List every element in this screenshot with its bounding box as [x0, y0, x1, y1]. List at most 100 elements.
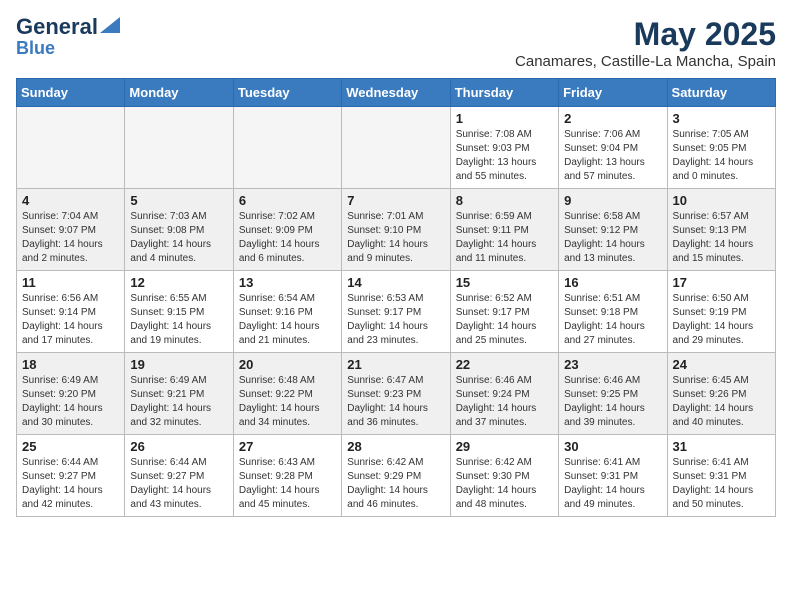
day-info: Sunrise: 6:41 AM Sunset: 9:31 PM Dayligh…	[564, 456, 661, 512]
day-info: Sunrise: 6:43 AM Sunset: 9:28 PM Dayligh…	[239, 456, 336, 512]
month-title: May 2025	[515, 16, 776, 53]
calendar-cell	[233, 107, 341, 189]
calendar-cell	[342, 107, 450, 189]
weekday-header: Wednesday	[342, 79, 450, 107]
day-info: Sunrise: 6:46 AM Sunset: 9:25 PM Dayligh…	[564, 374, 661, 430]
calendar-cell: 16Sunrise: 6:51 AM Sunset: 9:18 PM Dayli…	[559, 271, 667, 353]
day-number: 27	[239, 439, 336, 454]
day-info: Sunrise: 6:49 AM Sunset: 9:21 PM Dayligh…	[130, 374, 227, 430]
calendar-week-row: 11 Sunrise: 6:56 AM Sunset: 9:14 PM Dayli…	[17, 271, 776, 353]
calendar-cell: 27 Sunrise: 6:43 AM Sunset: 9:28 PM Dayli…	[233, 435, 341, 517]
calendar-cell	[17, 107, 125, 189]
day-info: Sunrise: 7:02 AM Sunset: 9:09 PM Dayligh…	[239, 210, 336, 266]
day-number: 11	[22, 275, 119, 290]
calendar-week-row: 1Sunrise: 7:08 AM Sunset: 9:03 PM Daylig…	[17, 107, 776, 189]
day-number: 30	[564, 439, 661, 454]
calendar-cell: 29 Sunrise: 6:42 AM Sunset: 9:30 PM Dayli…	[450, 435, 558, 517]
day-info: Sunrise: 6:55 AM Sunset: 9:15 PM Dayligh…	[130, 292, 227, 348]
calendar-cell: 1Sunrise: 7:08 AM Sunset: 9:03 PM Daylig…	[450, 107, 558, 189]
day-info: Sunrise: 6:44 AM Sunset: 9:27 PM Dayligh…	[22, 456, 119, 512]
day-info: Sunrise: 6:47 AM Sunset: 9:23 PM Dayligh…	[347, 374, 444, 430]
day-number: 19	[130, 357, 227, 372]
day-info: Sunrise: 6:42 AM Sunset: 9:30 PM Dayligh…	[456, 456, 553, 512]
calendar-cell: 14Sunrise: 6:53 AM Sunset: 9:17 PM Dayli…	[342, 271, 450, 353]
weekday-header: Tuesday	[233, 79, 341, 107]
day-number: 10	[673, 193, 770, 208]
calendar-cell: 8 Sunrise: 6:59 AM Sunset: 9:11 PM Daylig…	[450, 189, 558, 271]
weekday-header: Monday	[125, 79, 233, 107]
day-number: 25	[22, 439, 119, 454]
calendar-cell: 24 Sunrise: 6:45 AM Sunset: 9:26 PM Dayli…	[667, 353, 775, 435]
calendar-table: SundayMondayTuesdayWednesdayThursdayFrid…	[16, 78, 776, 517]
calendar-cell: 11 Sunrise: 6:56 AM Sunset: 9:14 PM Dayli…	[17, 271, 125, 353]
day-number: 9	[564, 193, 661, 208]
calendar-cell	[125, 107, 233, 189]
day-number: 23	[564, 357, 661, 372]
day-info: Sunrise: 6:45 AM Sunset: 9:26 PM Dayligh…	[673, 374, 770, 430]
day-info: Sunrise: 7:06 AM Sunset: 9:04 PM Dayligh…	[564, 128, 661, 184]
day-info: Sunrise: 6:46 AM Sunset: 9:24 PM Dayligh…	[456, 374, 553, 430]
day-number: 22	[456, 357, 553, 372]
day-info: Sunrise: 7:03 AM Sunset: 9:08 PM Dayligh…	[130, 210, 227, 266]
day-info: Sunrise: 6:57 AM Sunset: 9:13 PM Dayligh…	[673, 210, 770, 266]
day-number: 29	[456, 439, 553, 454]
calendar-cell: 6 Sunrise: 7:02 AM Sunset: 9:09 PM Daylig…	[233, 189, 341, 271]
day-number: 5	[130, 193, 227, 208]
day-info: Sunrise: 6:48 AM Sunset: 9:22 PM Dayligh…	[239, 374, 336, 430]
day-number: 17	[673, 275, 770, 290]
calendar-cell: 9Sunrise: 6:58 AM Sunset: 9:12 PM Daylig…	[559, 189, 667, 271]
day-number: 4	[22, 193, 119, 208]
calendar-cell: 5 Sunrise: 7:03 AM Sunset: 9:08 PM Daylig…	[125, 189, 233, 271]
calendar-cell: 12 Sunrise: 6:55 AM Sunset: 9:15 PM Dayli…	[125, 271, 233, 353]
calendar-cell: 26 Sunrise: 6:44 AM Sunset: 9:27 PM Dayli…	[125, 435, 233, 517]
calendar-week-row: 4 Sunrise: 7:04 AM Sunset: 9:07 PM Daylig…	[17, 189, 776, 271]
calendar-cell: 23 Sunrise: 6:46 AM Sunset: 9:25 PM Dayli…	[559, 353, 667, 435]
day-info: Sunrise: 6:44 AM Sunset: 9:27 PM Dayligh…	[130, 456, 227, 512]
day-info: Sunrise: 6:52 AM Sunset: 9:17 PM Dayligh…	[456, 292, 553, 348]
calendar-cell: 4 Sunrise: 7:04 AM Sunset: 9:07 PM Daylig…	[17, 189, 125, 271]
calendar-cell: 22 Sunrise: 6:46 AM Sunset: 9:24 PM Dayli…	[450, 353, 558, 435]
day-number: 14	[347, 275, 444, 290]
calendar-cell: 3 Sunrise: 7:05 AM Sunset: 9:05 PM Daylig…	[667, 107, 775, 189]
day-info: Sunrise: 6:50 AM Sunset: 9:19 PM Dayligh…	[673, 292, 770, 348]
calendar-header-row: SundayMondayTuesdayWednesdayThursdayFrid…	[17, 79, 776, 107]
day-info: Sunrise: 7:04 AM Sunset: 9:07 PM Dayligh…	[22, 210, 119, 266]
day-number: 3	[673, 111, 770, 126]
page-header: General Blue May 2025 Canamares, Castill…	[16, 16, 776, 70]
weekday-header: Sunday	[17, 79, 125, 107]
day-number: 26	[130, 439, 227, 454]
day-info: Sunrise: 6:54 AM Sunset: 9:16 PM Dayligh…	[239, 292, 336, 348]
calendar-cell: 13 Sunrise: 6:54 AM Sunset: 9:16 PM Dayli…	[233, 271, 341, 353]
day-number: 31	[673, 439, 770, 454]
day-number: 13	[239, 275, 336, 290]
day-number: 6	[239, 193, 336, 208]
logo-general: General	[16, 16, 98, 38]
calendar-cell: 17 Sunrise: 6:50 AM Sunset: 9:19 PM Dayli…	[667, 271, 775, 353]
day-number: 2	[564, 111, 661, 126]
day-number: 24	[673, 357, 770, 372]
day-info: Sunrise: 7:01 AM Sunset: 9:10 PM Dayligh…	[347, 210, 444, 266]
day-number: 8	[456, 193, 553, 208]
calendar-cell: 15Sunrise: 6:52 AM Sunset: 9:17 PM Dayli…	[450, 271, 558, 353]
subtitle: Canamares, Castille-La Mancha, Spain	[515, 53, 776, 70]
day-number: 18	[22, 357, 119, 372]
calendar-week-row: 18Sunrise: 6:49 AM Sunset: 9:20 PM Dayli…	[17, 353, 776, 435]
day-info: Sunrise: 6:56 AM Sunset: 9:14 PM Dayligh…	[22, 292, 119, 348]
calendar-cell: 18Sunrise: 6:49 AM Sunset: 9:20 PM Dayli…	[17, 353, 125, 435]
weekday-header: Friday	[559, 79, 667, 107]
logo-icon	[100, 17, 120, 33]
day-number: 1	[456, 111, 553, 126]
weekday-header: Thursday	[450, 79, 558, 107]
day-info: Sunrise: 6:41 AM Sunset: 9:31 PM Dayligh…	[673, 456, 770, 512]
day-number: 16	[564, 275, 661, 290]
day-number: 12	[130, 275, 227, 290]
calendar-cell: 31 Sunrise: 6:41 AM Sunset: 9:31 PM Dayli…	[667, 435, 775, 517]
logo: General Blue	[16, 16, 120, 59]
calendar-cell: 20Sunrise: 6:48 AM Sunset: 9:22 PM Dayli…	[233, 353, 341, 435]
calendar-cell: 7Sunrise: 7:01 AM Sunset: 9:10 PM Daylig…	[342, 189, 450, 271]
day-info: Sunrise: 6:59 AM Sunset: 9:11 PM Dayligh…	[456, 210, 553, 266]
title-area: May 2025 Canamares, Castille-La Mancha, …	[515, 16, 776, 70]
day-info: Sunrise: 7:05 AM Sunset: 9:05 PM Dayligh…	[673, 128, 770, 184]
day-info: Sunrise: 6:42 AM Sunset: 9:29 PM Dayligh…	[347, 456, 444, 512]
day-number: 28	[347, 439, 444, 454]
